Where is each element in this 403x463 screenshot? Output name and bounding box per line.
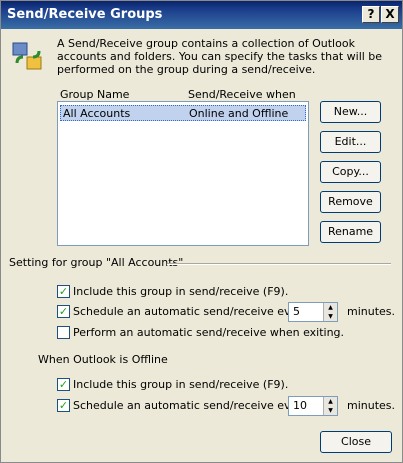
online-include-checkbox[interactable]: ✓ (57, 285, 70, 298)
spin-arrows-icon[interactable]: ▲ ▼ (323, 397, 337, 415)
offline-settings-heading: When Outlook is Offline (38, 353, 168, 366)
column-group-name: Group Name (60, 88, 130, 101)
online-minutes-label: minutes. (347, 305, 396, 318)
offline-schedule-checkbox[interactable]: ✓ (57, 399, 70, 412)
column-send-receive-when: Send/Receive when (188, 88, 296, 101)
offline-include-checkbox[interactable]: ✓ (57, 378, 70, 391)
online-include-label: Include this group in send/receive (F9). (73, 285, 289, 298)
online-schedule-checkbox[interactable]: ✓ (57, 305, 70, 318)
rename-button[interactable]: Rename (320, 221, 381, 243)
group-name-cell: All Accounts (63, 107, 131, 120)
exit-send-receive-label: Perform an automatic send/receive when e… (73, 326, 345, 339)
new-button[interactable]: New... (320, 101, 381, 123)
online-interval-value: 5 (293, 305, 300, 318)
spin-arrows-icon[interactable]: ▲ ▼ (323, 303, 337, 321)
online-settings-heading: Setting for group "All Accounts" (9, 256, 184, 269)
copy-button[interactable]: Copy... (320, 161, 381, 183)
close-button[interactable]: Close (320, 431, 392, 453)
description-text: A Send/Receive group contains a collecti… (57, 37, 383, 76)
offline-interval-value: 10 (293, 399, 307, 412)
offline-include-label: Include this group in send/receive (F9). (73, 378, 289, 391)
online-schedule-label: Schedule an automatic send/receive every (73, 305, 309, 318)
help-button[interactable]: ? (362, 6, 380, 23)
online-separator (167, 263, 391, 265)
offline-interval-stepper[interactable]: 10 ▲ ▼ (288, 396, 338, 416)
groups-list[interactable]: Group Name Send/Receive when All Account… (57, 88, 309, 246)
send-receive-groups-icon (12, 42, 42, 70)
list-item[interactable]: All Accounts Online and Offline (60, 105, 306, 121)
window-title: Send/Receive Groups (7, 7, 163, 22)
send-receive-groups-dialog: Send/Receive Groups ? X A Send/Receive g… (0, 0, 403, 463)
online-interval-stepper[interactable]: 5 ▲ ▼ (288, 302, 338, 322)
send-receive-when-cell: Online and Offline (189, 107, 289, 120)
exit-send-receive-checkbox[interactable] (57, 326, 70, 339)
offline-minutes-label: minutes. (347, 399, 396, 412)
title-bar: Send/Receive Groups ? X (1, 1, 402, 29)
remove-button[interactable]: Remove (320, 191, 381, 213)
offline-schedule-label: Schedule an automatic send/receive every (73, 399, 309, 412)
edit-button[interactable]: Edit... (320, 131, 381, 153)
close-window-button[interactable]: X (381, 6, 399, 23)
